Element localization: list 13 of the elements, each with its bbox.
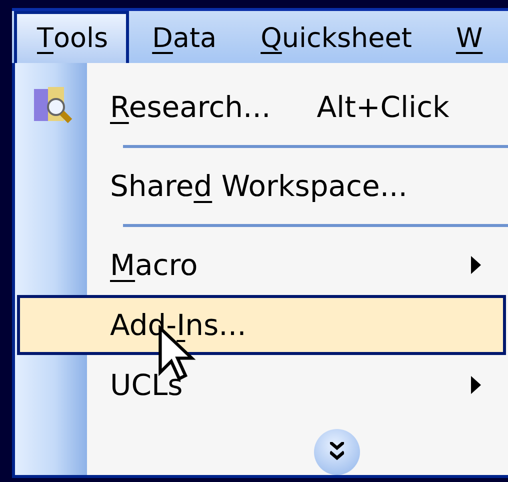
- submenu-arrow-icon: [471, 256, 481, 274]
- shortcut-text: Alt+Click: [316, 90, 450, 124]
- menu-bar-item[interactable]: Tools: [14, 11, 130, 63]
- menu-bar-item[interactable]: Quicksheet: [238, 11, 433, 63]
- double-chevron-icon: [330, 442, 344, 462]
- menu-bar-item[interactable]: W: [432, 11, 504, 63]
- submenu-arrow-icon: [471, 376, 481, 394]
- menu-item[interactable]: UCLs: [17, 355, 506, 415]
- expand-menu-button[interactable]: [314, 429, 360, 475]
- menu-item[interactable]: Research... Alt+Click: [17, 77, 506, 137]
- menu-item[interactable]: Macro: [17, 235, 506, 295]
- menu-item[interactable]: Shared Workspace...: [17, 156, 506, 216]
- menu-bar-item[interactable]: Data: [129, 11, 238, 63]
